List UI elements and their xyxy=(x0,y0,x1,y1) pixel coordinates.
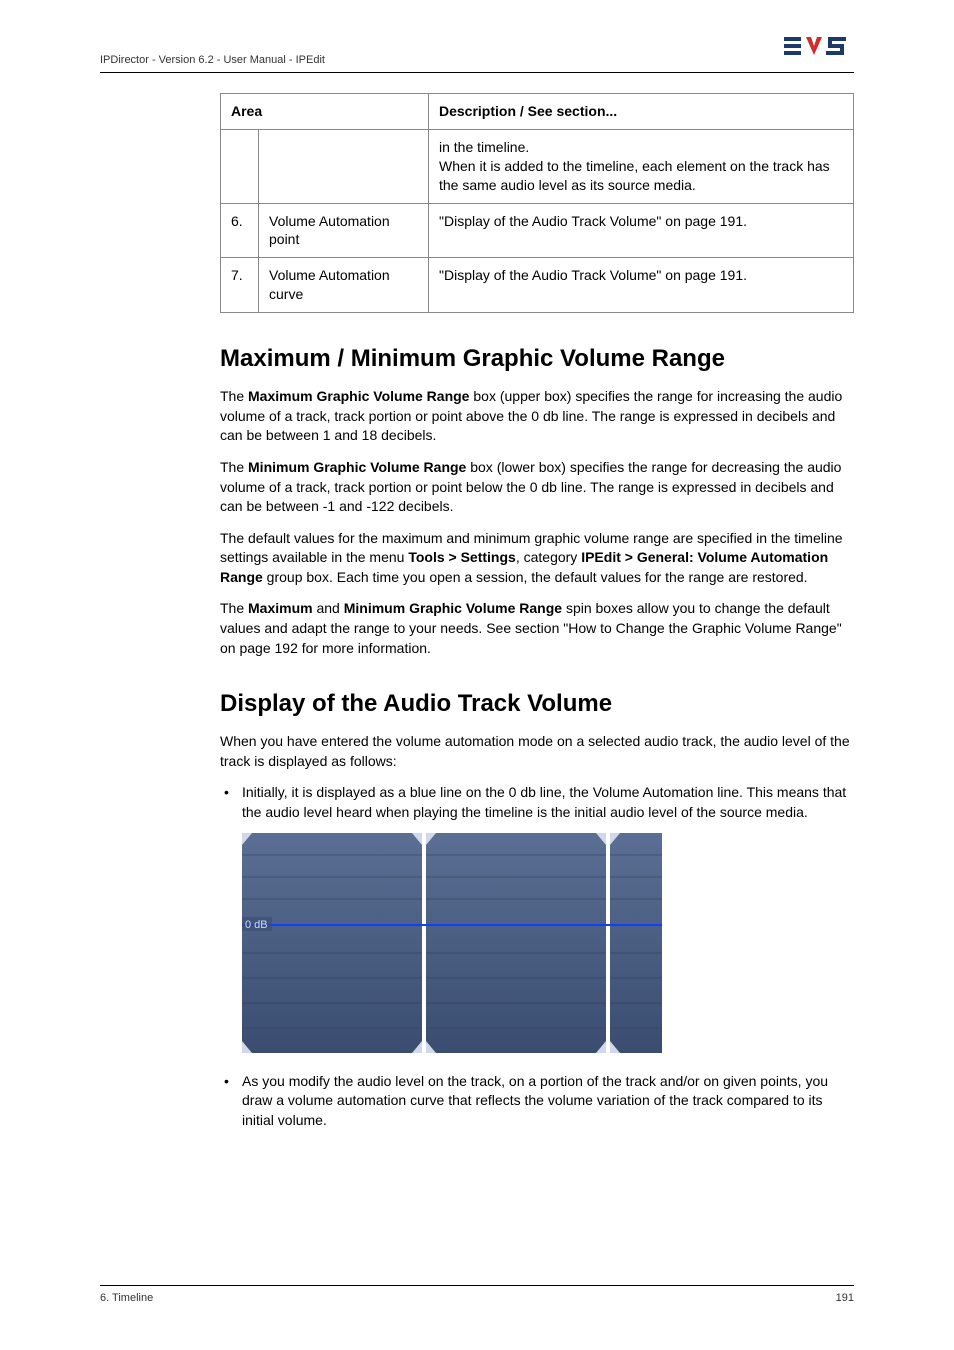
table-cell-num: 7. xyxy=(221,258,259,313)
table-header-area: Area xyxy=(221,94,429,130)
table-cell-desc: "Display of the Audio Track Volume" on p… xyxy=(429,258,854,313)
area-description-table: Area Description / See section... in the… xyxy=(220,93,854,313)
evs-logo-icon xyxy=(784,34,854,63)
paragraph: The Maximum and Minimum Graphic Volume R… xyxy=(220,599,854,658)
footer-chapter: 6. Timeline xyxy=(100,1292,153,1304)
text: The xyxy=(220,388,248,404)
paragraph: The Maximum Graphic Volume Range box (up… xyxy=(220,387,854,446)
section-heading: Maximum / Minimum Graphic Volume Range xyxy=(220,345,854,373)
desc-line: in the timeline. xyxy=(439,139,529,155)
list-item: Initially, it is displayed as a blue lin… xyxy=(220,783,854,822)
text-bold: Minimum Graphic Volume Range xyxy=(344,600,562,616)
table-cell-num xyxy=(221,129,259,203)
paragraph: The Minimum Graphic Volume Range box (lo… xyxy=(220,458,854,517)
desc-line: When it is added to the timeline, each e… xyxy=(439,158,830,193)
table-cell-label: Volume Automation curve xyxy=(259,258,429,313)
zero-db-label: 0 dB xyxy=(245,919,268,931)
table-row: in the timeline. When it is added to the… xyxy=(221,129,854,203)
table-header-desc: Description / See section... xyxy=(429,94,854,130)
footer-page-number: 191 xyxy=(836,1292,854,1304)
text: and xyxy=(313,600,344,616)
text-bold: Tools > Settings xyxy=(408,549,515,565)
header-divider xyxy=(100,72,854,73)
footer-divider xyxy=(100,1285,854,1286)
text: group box. Each time you open a session,… xyxy=(263,569,808,585)
list-item: As you modify the audio level on the tra… xyxy=(220,1072,854,1131)
text: The xyxy=(220,459,248,475)
table-row: 6. Volume Automation point "Display of t… xyxy=(221,203,854,258)
text: , category xyxy=(516,549,581,565)
table-cell-num: 6. xyxy=(221,203,259,258)
table-cell-label xyxy=(259,129,429,203)
header-text: IPDirector - Version 6.2 - User Manual -… xyxy=(100,54,325,66)
text-bold: Maximum xyxy=(248,600,313,616)
audio-track-screenshot: 0 dB xyxy=(242,833,854,1058)
text: The xyxy=(220,600,248,616)
table-cell-desc: in the timeline. When it is added to the… xyxy=(429,129,854,203)
table-row: 7. Volume Automation curve "Display of t… xyxy=(221,258,854,313)
paragraph: When you have entered the volume automat… xyxy=(220,732,854,771)
table-cell-desc: "Display of the Audio Track Volume" on p… xyxy=(429,203,854,258)
section-heading: Display of the Audio Track Volume xyxy=(220,690,854,718)
text-bold: Maximum Graphic Volume Range xyxy=(248,388,469,404)
paragraph: The default values for the maximum and m… xyxy=(220,529,854,588)
text-bold: Minimum Graphic Volume Range xyxy=(248,459,466,475)
table-cell-label: Volume Automation point xyxy=(259,203,429,258)
